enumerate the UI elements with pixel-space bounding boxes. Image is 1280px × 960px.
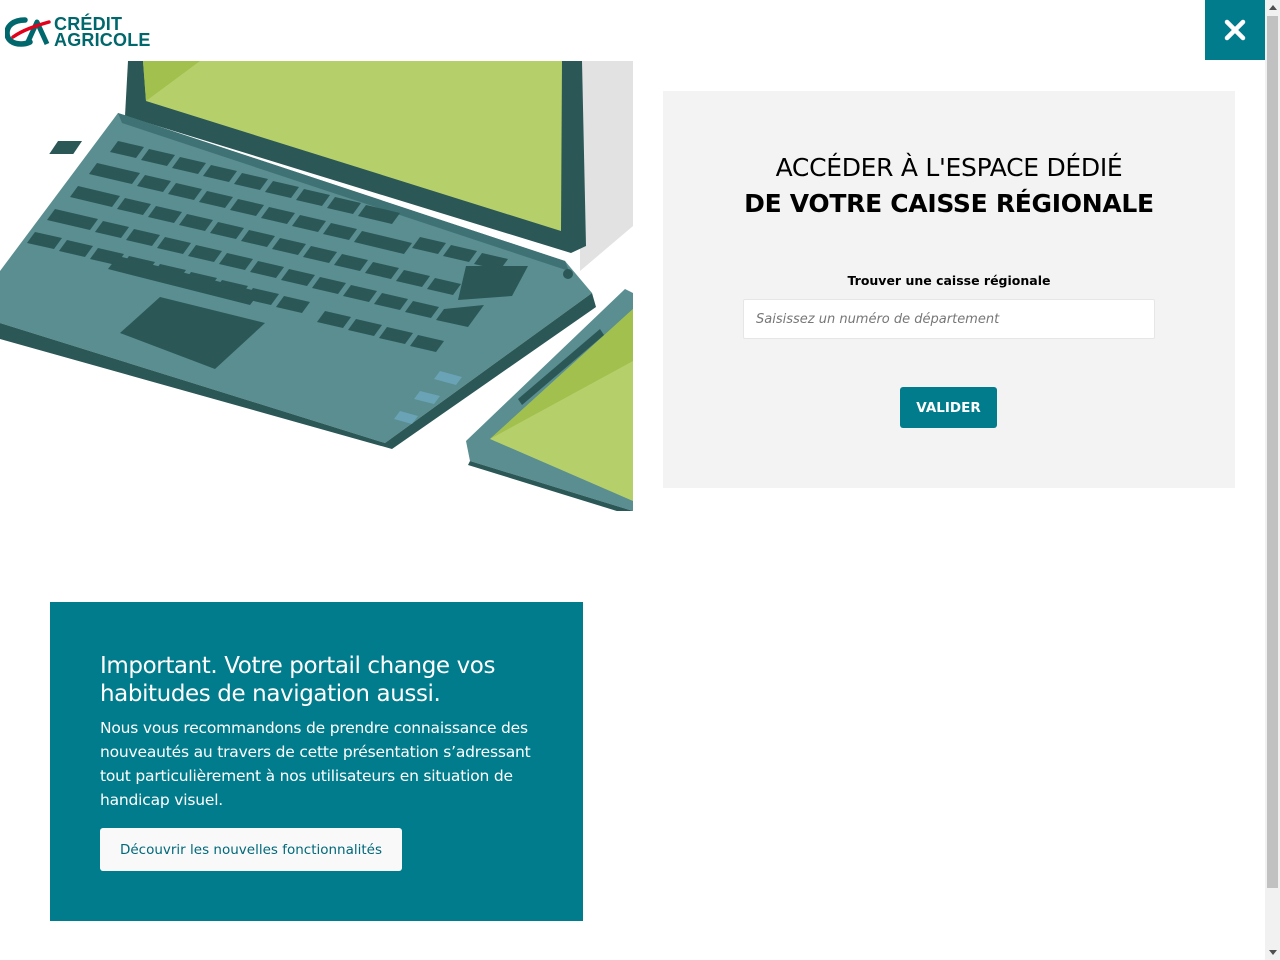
panel-title-line-1: ACCÉDER À L'ESPACE DÉDIÉ xyxy=(775,153,1123,182)
laptop-tablet-illustration xyxy=(0,61,633,511)
info-text: Nous vous recommandons de prendre connai… xyxy=(100,719,531,809)
scroll-thumb[interactable] xyxy=(1267,16,1278,888)
logo-wordmark: CRÉDIT AGRICOLE xyxy=(54,15,151,50)
region-finder-panel: ACCÉDER À L'ESPACE DÉDIÉ DE VOTRE CAISSE… xyxy=(663,91,1235,488)
department-input[interactable] xyxy=(743,299,1155,339)
discover-features-button[interactable]: Découvrir les nouvelles fonctionnalités xyxy=(100,828,402,871)
close-icon xyxy=(1224,19,1246,41)
scroll-up-arrow-icon[interactable] xyxy=(1265,0,1280,15)
scroll-down-arrow-icon[interactable] xyxy=(1265,945,1280,960)
ca-logo-icon xyxy=(5,17,51,47)
logo-line-2: AGRICOLE xyxy=(54,30,151,50)
site-header: CRÉDIT AGRICOLE xyxy=(0,0,1265,61)
info-title: Important. Votre portail change vos habi… xyxy=(100,653,496,707)
hero-illustration xyxy=(0,61,633,511)
credit-agricole-logo[interactable]: CRÉDIT AGRICOLE xyxy=(5,15,151,50)
close-button[interactable] xyxy=(1205,0,1265,60)
vertical-scrollbar[interactable] xyxy=(1265,0,1280,960)
department-field-label: Trouver une caisse régionale xyxy=(847,273,1051,288)
validate-button[interactable]: VALIDER xyxy=(900,387,997,428)
important-info-box: Important. Votre portail change vos habi… xyxy=(50,602,583,921)
panel-title-line-2: DE VOTRE CAISSE RÉGIONALE xyxy=(744,189,1154,218)
